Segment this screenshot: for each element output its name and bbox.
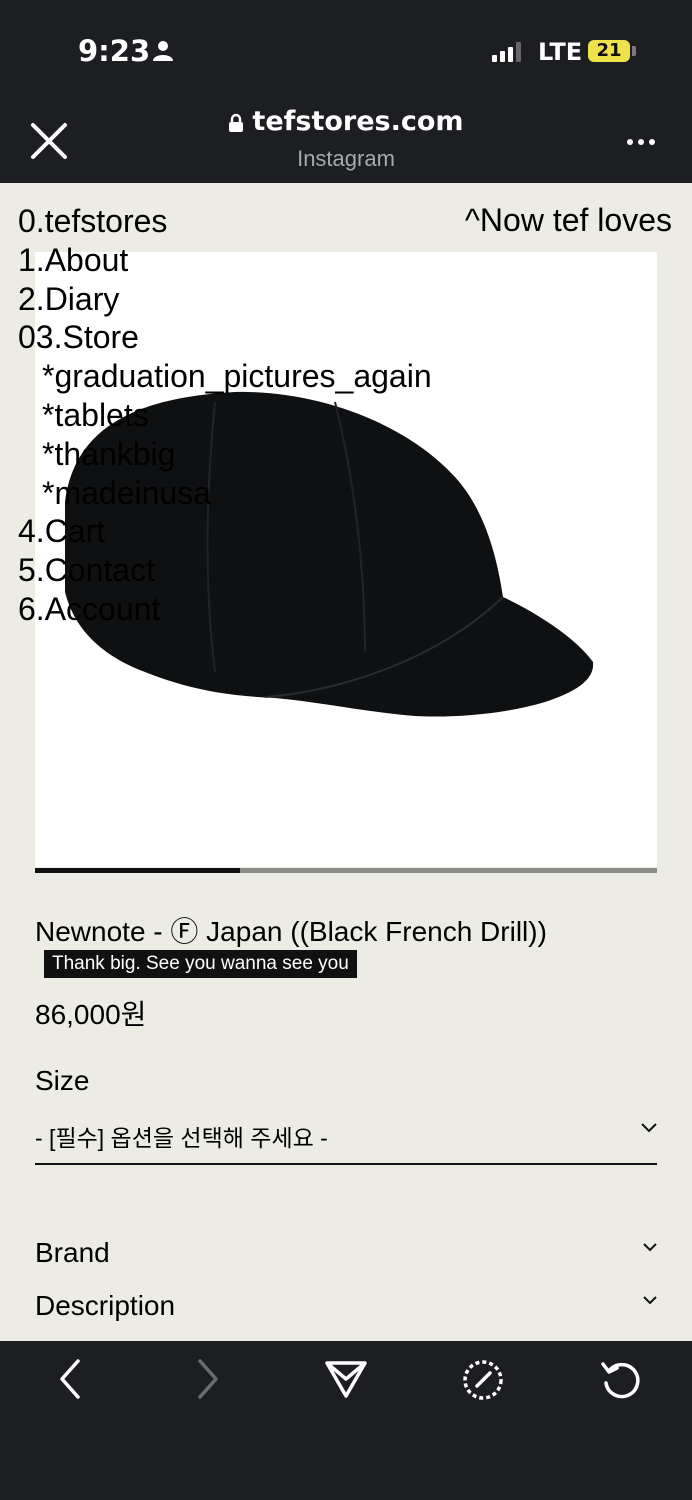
signal-icon <box>492 42 521 62</box>
domain-label[interactable]: tefstores.com <box>0 106 692 137</box>
more-icon[interactable] <box>626 138 656 146</box>
lock-icon <box>229 113 244 132</box>
chevron-down-icon <box>643 1296 657 1305</box>
submenu-item-graduation[interactable]: *graduation_pictures_again <box>18 357 432 396</box>
battery-cap <box>632 46 636 56</box>
description-accordion[interactable]: Description <box>35 1290 657 1322</box>
product-tag: Thank big. See you wanna see you <box>44 950 357 978</box>
size-select[interactable]: - [필수] 옵션을 선택해 주세요 - <box>35 1115 657 1165</box>
menu-item-store[interactable]: 03.Store <box>18 318 432 357</box>
network-type: LTE <box>538 38 583 66</box>
size-label: Size <box>35 1065 90 1096</box>
site-menu: 0.tefstores 1.About 2.Diary 03.Store *gr… <box>18 202 432 629</box>
forward-icon[interactable] <box>196 1357 220 1401</box>
browser-toolbar <box>0 1341 692 1500</box>
menu-item-diary[interactable]: 2.Diary <box>18 280 432 319</box>
product-price: 86,000원 <box>35 999 147 1030</box>
reload-icon[interactable] <box>600 1359 644 1401</box>
description-accordion-label: Description <box>35 1290 176 1321</box>
brand-accordion-label: Brand <box>35 1237 110 1268</box>
domain-text: tefstores.com <box>252 106 464 137</box>
chevron-down-icon <box>643 1243 657 1252</box>
menu-item-contact[interactable]: 5.Contact <box>18 551 432 590</box>
menu-item-tefstores[interactable]: 0.tefstores <box>18 202 432 241</box>
submenu-item-thankbig[interactable]: *thankbig <box>18 435 432 474</box>
browser-subtitle: Instagram <box>297 146 395 171</box>
status-bar: 9:23 LTE 21 <box>0 0 692 100</box>
submenu-item-tablets[interactable]: *tablets <box>18 396 432 435</box>
progress-fill <box>35 868 241 873</box>
status-time: 9:23 <box>78 34 151 68</box>
brand-accordion[interactable]: Brand <box>35 1237 657 1269</box>
menu-item-account[interactable]: 6.Account <box>18 590 432 629</box>
image-carousel-progress <box>35 868 657 873</box>
product-name: Newnote - Ⓕ Japan ((Black French Drill)) <box>35 916 547 947</box>
back-icon[interactable] <box>58 1357 82 1401</box>
chevron-down-icon <box>641 1123 657 1133</box>
share-icon[interactable] <box>324 1359 368 1399</box>
compass-icon[interactable] <box>462 1359 506 1401</box>
now-tef-loves-link[interactable]: ^Now tef loves <box>465 202 672 239</box>
person-icon <box>153 41 173 61</box>
submenu-item-madeinusa[interactable]: *madeinusa <box>18 474 432 513</box>
menu-item-about[interactable]: 1.About <box>18 241 432 280</box>
menu-item-cart[interactable]: 4.Cart <box>18 512 432 551</box>
browser-url-bar: tefstores.com Instagram <box>0 100 692 183</box>
battery-indicator: 21 <box>588 40 630 62</box>
size-select-value: - [필수] 옵션을 선택해 주세요 - <box>35 1125 328 1151</box>
